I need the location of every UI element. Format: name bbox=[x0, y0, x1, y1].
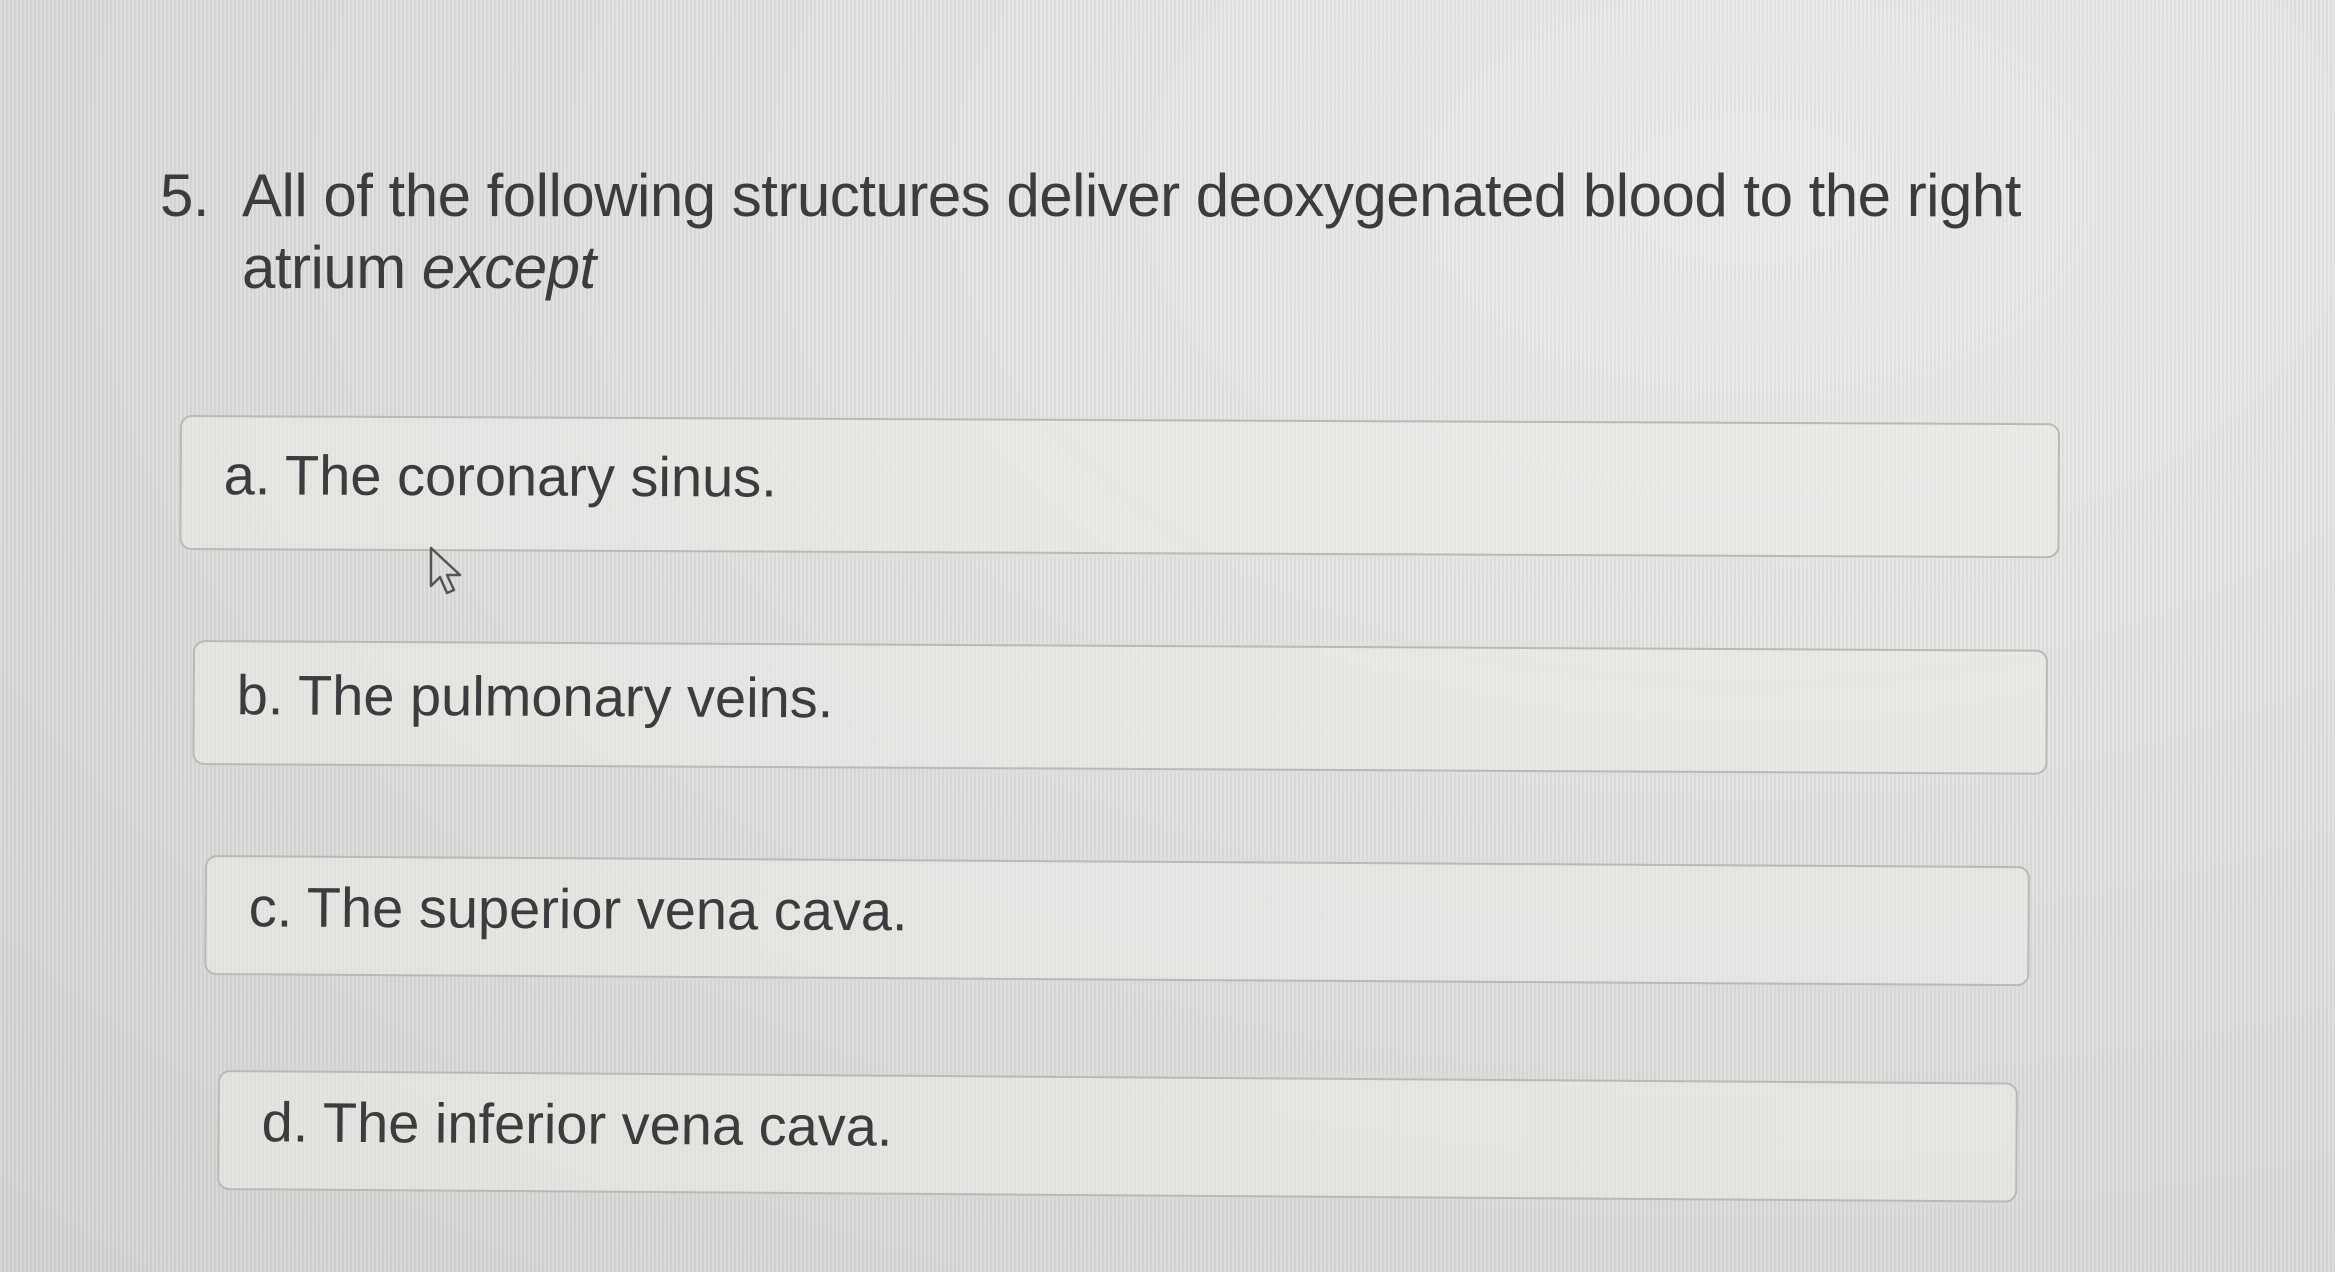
answer-option-d-label: d. The inferior vena cava. bbox=[261, 1090, 893, 1158]
answer-option-a[interactable]: a. The coronary sinus. bbox=[179, 415, 2060, 559]
answer-option-c[interactable]: c. The superior vena cava. bbox=[204, 855, 2030, 987]
question-text-emphasis: except bbox=[421, 234, 596, 301]
answer-option-b[interactable]: b. The pulmonary veins. bbox=[192, 640, 2048, 775]
question-prompt: 5. All of the following structures deliv… bbox=[160, 160, 2080, 304]
question-text: All of the following structures deliver … bbox=[242, 160, 2080, 304]
answer-option-c-label: c. The superior vena cava. bbox=[248, 875, 908, 943]
answer-option-b-label: b. The pulmonary veins. bbox=[236, 662, 834, 729]
question-number: 5. bbox=[160, 162, 210, 229]
mouse-pointer-icon bbox=[429, 546, 462, 595]
answer-option-a-label: a. The coronary sinus. bbox=[223, 442, 777, 509]
answer-option-d[interactable]: d. The inferior vena cava. bbox=[217, 1070, 2018, 1203]
